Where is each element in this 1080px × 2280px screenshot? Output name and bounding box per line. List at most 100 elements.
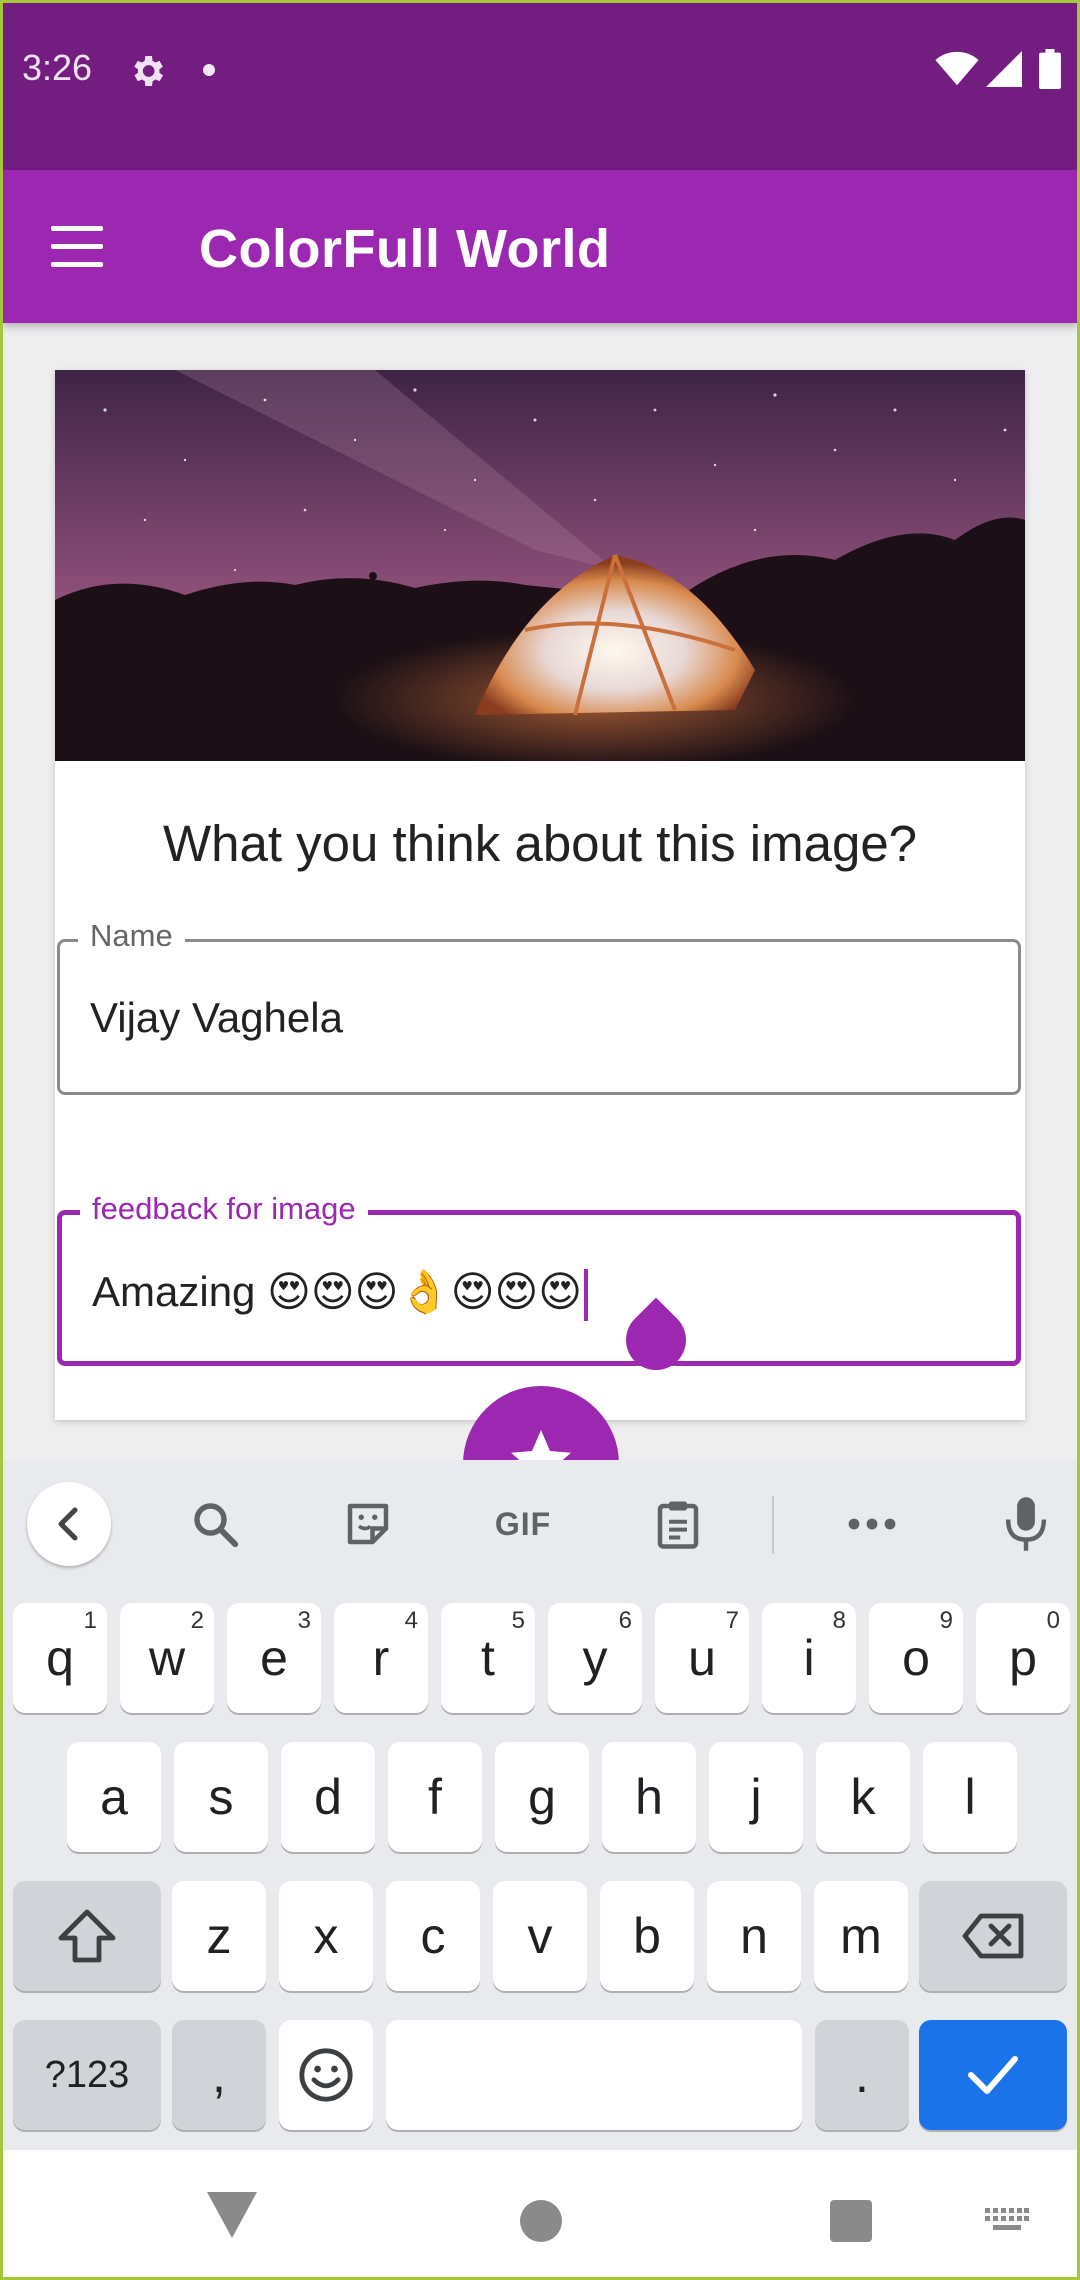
key-p-label: p (1009, 1630, 1037, 1686)
starry-night-tent-image (55, 370, 1025, 761)
period-key-label: . (855, 2047, 869, 2103)
key-z[interactable]: z (172, 1881, 266, 1991)
key-f[interactable]: f (388, 1742, 482, 1852)
period-key[interactable]: . (815, 2020, 909, 2130)
toolbar-separator (772, 1496, 774, 1554)
name-field-label: Name (78, 918, 185, 954)
key-g[interactable]: g (495, 1742, 589, 1852)
key-y[interactable]: y6 (548, 1603, 642, 1713)
key-w-hint: 2 (190, 1607, 204, 1634)
key-h-label: h (635, 1769, 663, 1825)
key-b-label: b (633, 1908, 661, 1964)
key-o-hint: 9 (939, 1607, 953, 1634)
key-w[interactable]: w2 (120, 1603, 214, 1713)
key-t-label: t (481, 1630, 495, 1686)
key-e[interactable]: e3 (227, 1603, 321, 1713)
key-r-hint: 4 (404, 1607, 418, 1634)
key-j-label: j (750, 1769, 762, 1825)
key-r[interactable]: r4 (334, 1603, 428, 1713)
feedback-card: What you think about this image? Name Vi… (55, 370, 1025, 1420)
key-n[interactable]: n (707, 1881, 801, 1991)
key-v[interactable]: v (493, 1881, 587, 1991)
back-triangle-icon[interactable] (207, 2192, 257, 2238)
search-icon[interactable] (185, 1494, 245, 1554)
comma-key-label: , (212, 2047, 226, 2103)
battery-icon (1039, 49, 1061, 94)
key-q[interactable]: q1 (13, 1603, 107, 1713)
key-u-hint: 7 (725, 1607, 739, 1634)
recents-square-icon[interactable] (830, 2200, 872, 2242)
shift-key[interactable] (13, 1881, 161, 1991)
key-e-hint: 3 (297, 1607, 311, 1634)
key-s-label: s (208, 1769, 234, 1825)
key-k-label: k (850, 1769, 876, 1825)
more-icon[interactable] (842, 1494, 902, 1554)
key-l[interactable]: l (923, 1742, 1017, 1852)
key-h[interactable]: h (602, 1742, 696, 1852)
wifi-icon (935, 51, 979, 92)
mic-icon[interactable] (996, 1494, 1056, 1554)
keyboard-toolbar: GIF (3, 1460, 1077, 1580)
emoji-key[interactable] (279, 2020, 373, 2130)
feedback-field-value: Amazing 😍😍😍👌😍😍😍 (92, 1267, 589, 1321)
feedback-field[interactable]: feedback for image Amazing 😍😍😍👌😍😍😍 (57, 1191, 1021, 1366)
check-icon (965, 2053, 1021, 2097)
key-d-label: d (314, 1769, 342, 1825)
status-time: 3:26 (22, 47, 93, 88)
key-a-label: a (100, 1769, 128, 1825)
key-i-hint: 8 (832, 1607, 846, 1634)
symbols-key[interactable]: ?123 (13, 2020, 161, 2130)
key-b[interactable]: b (600, 1881, 694, 1991)
key-o[interactable]: o9 (869, 1603, 963, 1713)
key-p[interactable]: p0 (976, 1603, 1070, 1713)
app-title: ColorFull World (199, 219, 611, 279)
home-circle-icon[interactable] (520, 2200, 562, 2242)
key-u[interactable]: u7 (655, 1603, 749, 1713)
key-x[interactable]: x (279, 1881, 373, 1991)
key-w-label: w (148, 1630, 186, 1686)
backspace-icon (961, 1911, 1025, 1961)
key-t-hint: 5 (511, 1607, 525, 1634)
feedback-field-label: feedback for image (80, 1191, 368, 1227)
clipboard-icon[interactable] (648, 1494, 708, 1554)
key-a[interactable]: a (67, 1742, 161, 1852)
hamburger-menu-icon[interactable] (51, 226, 103, 268)
comma-key[interactable]: , (172, 2020, 266, 2130)
key-r-label: r (372, 1630, 390, 1686)
emoji-icon (297, 2046, 355, 2104)
back-arrow-icon[interactable] (27, 1482, 111, 1566)
backspace-key[interactable] (919, 1881, 1067, 1991)
key-i[interactable]: i8 (762, 1603, 856, 1713)
key-p-hint: 0 (1046, 1607, 1060, 1634)
gear-icon (127, 51, 167, 91)
key-n-label: n (740, 1908, 768, 1964)
key-s[interactable]: s (174, 1742, 268, 1852)
shift-icon (57, 1908, 117, 1964)
space-key[interactable] (386, 2020, 802, 2130)
name-field[interactable]: Name Vijay Vaghela (57, 918, 1021, 1095)
name-field-value: Vijay Vaghela (90, 994, 343, 1041)
key-j[interactable]: j (709, 1742, 803, 1852)
question-heading: What you think about this image? (162, 815, 918, 872)
status-bar: 3:26 (3, 3, 1077, 170)
key-l-label: l (964, 1769, 976, 1825)
key-y-label: y (582, 1630, 608, 1686)
key-d[interactable]: d (281, 1742, 375, 1852)
feedback-text: Amazing 😍😍😍👌😍😍😍 (92, 1268, 583, 1315)
key-x-label: x (313, 1908, 339, 1964)
navigation-bar (3, 2150, 1077, 2277)
key-m[interactable]: m (814, 1881, 908, 1991)
enter-key[interactable] (919, 2020, 1067, 2130)
gif-button[interactable]: GIF (491, 1494, 555, 1554)
keyboard-hide-icon[interactable] (985, 2208, 1029, 2236)
screen: 3:26 ColorFull World What you think abou… (3, 3, 1077, 2277)
sticker-icon[interactable] (338, 1494, 398, 1554)
key-c[interactable]: c (386, 1881, 480, 1991)
key-t[interactable]: t5 (441, 1603, 535, 1713)
key-q-hint: 1 (83, 1607, 97, 1634)
signal-icon (985, 51, 1023, 92)
key-e-label: e (260, 1630, 288, 1686)
key-u-label: u (688, 1630, 716, 1686)
key-m-label: m (840, 1908, 882, 1964)
key-k[interactable]: k (816, 1742, 910, 1852)
